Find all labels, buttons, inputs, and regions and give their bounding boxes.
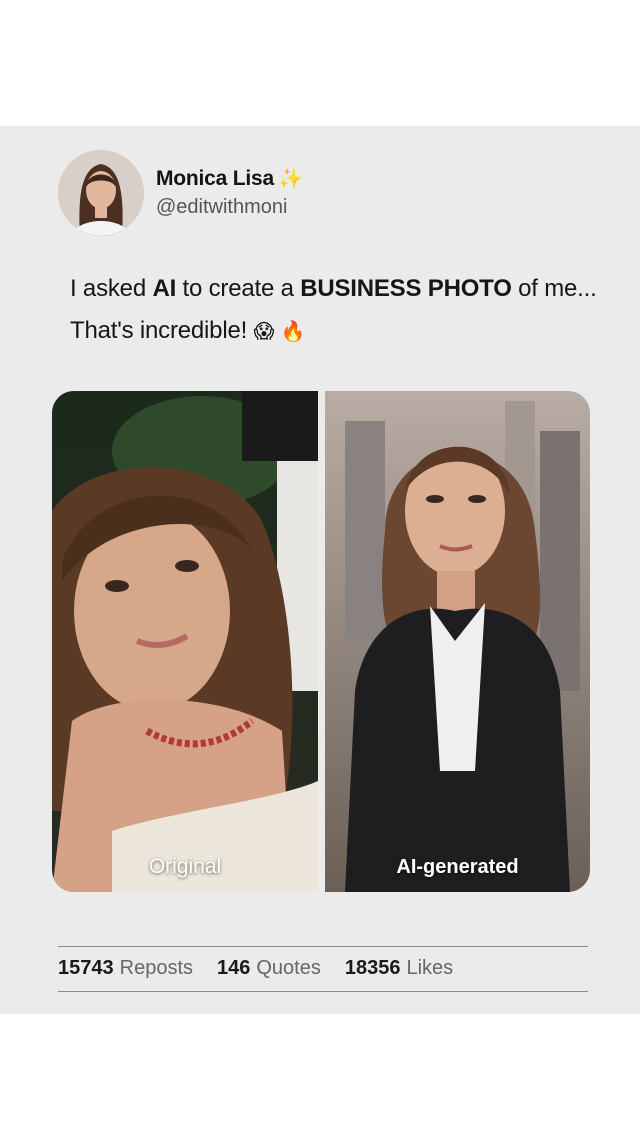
reposts-count: 15743: [58, 957, 114, 979]
author-name[interactable]: Monica Lisa: [156, 167, 274, 191]
selfie-photo-icon: [52, 391, 318, 892]
stats-row: 15743 Reposts 146 Quotes 18356 Likes: [58, 957, 477, 980]
author-name-row: Monica Lisa ✨: [156, 166, 303, 191]
reposts-label: Reposts: [119, 957, 193, 979]
post-text-1: I asked: [70, 275, 153, 302]
post-bold-ai: AI: [152, 275, 177, 302]
business-portrait-photo-icon: [325, 391, 590, 892]
likes-label: Likes: [406, 957, 454, 979]
fire-emoji-icon: 🔥: [280, 319, 306, 343]
likes-count: 18356: [344, 957, 401, 979]
ai-generated-photo[interactable]: AI-generated: [325, 391, 590, 892]
avatar-image: [58, 150, 144, 236]
quotes-count: 146: [217, 957, 251, 979]
scream-emoji-icon: 😱: [253, 319, 275, 343]
stats-bottom-divider: [58, 991, 588, 992]
reposts-stat[interactable]: 15743 Reposts: [58, 957, 193, 980]
post-text: I asked AI to create a BUSINESS PHOTO of…: [70, 268, 600, 352]
post-bold-business: BUSINESS PHOTO: [300, 275, 512, 302]
quotes-stat[interactable]: 146 Quotes: [217, 957, 321, 980]
sparkle-icon: ✨: [278, 168, 303, 190]
avatar[interactable]: [58, 150, 144, 236]
original-photo[interactable]: Original: [52, 391, 318, 892]
ai-generated-label: AI-generated: [396, 856, 519, 878]
quotes-label: Quotes: [256, 957, 321, 979]
likes-stat[interactable]: 18356 Likes: [345, 957, 453, 980]
original-label: Original: [148, 855, 222, 878]
author-handle[interactable]: @editwithmoni: [156, 196, 287, 219]
stats-top-divider: [58, 946, 588, 947]
post-text-2: to create a: [176, 275, 301, 302]
